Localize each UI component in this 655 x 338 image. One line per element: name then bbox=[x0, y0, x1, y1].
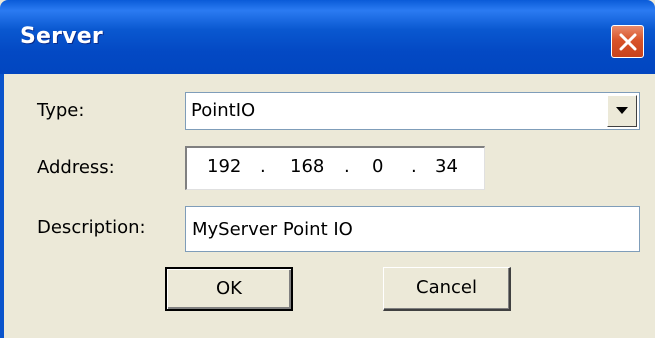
title-bar[interactable]: Server bbox=[0, 0, 655, 74]
type-label: Type: bbox=[37, 100, 85, 121]
address-dot-3: . bbox=[411, 156, 417, 177]
cancel-button[interactable]: Cancel bbox=[383, 267, 511, 311]
type-dropdown[interactable]: PointIO bbox=[185, 92, 640, 130]
type-selected-value: PointIO bbox=[191, 100, 256, 121]
address-octet-2[interactable]: 168 bbox=[290, 156, 324, 177]
close-button[interactable] bbox=[611, 25, 644, 58]
address-ip-input[interactable]: 192 . 168 . 0 . 34 bbox=[185, 146, 485, 190]
address-octet-4[interactable]: 34 bbox=[435, 156, 458, 177]
address-octet-1[interactable]: 192 bbox=[207, 156, 241, 177]
address-dot-2: . bbox=[344, 156, 350, 177]
close-x-icon bbox=[619, 33, 637, 51]
address-label: Address: bbox=[37, 157, 115, 178]
dialog-title: Server bbox=[20, 24, 103, 49]
server-dialog: Server Type: PointIO Address: 192 . 168 … bbox=[0, 0, 655, 338]
type-dropdown-button[interactable] bbox=[607, 95, 637, 127]
description-label: Description: bbox=[37, 217, 146, 238]
address-dot-1: . bbox=[260, 156, 266, 177]
dropdown-arrow-icon bbox=[616, 107, 628, 114]
description-input[interactable] bbox=[185, 206, 640, 252]
ok-button[interactable]: OK bbox=[165, 267, 293, 311]
address-octet-3[interactable]: 0 bbox=[372, 156, 383, 177]
